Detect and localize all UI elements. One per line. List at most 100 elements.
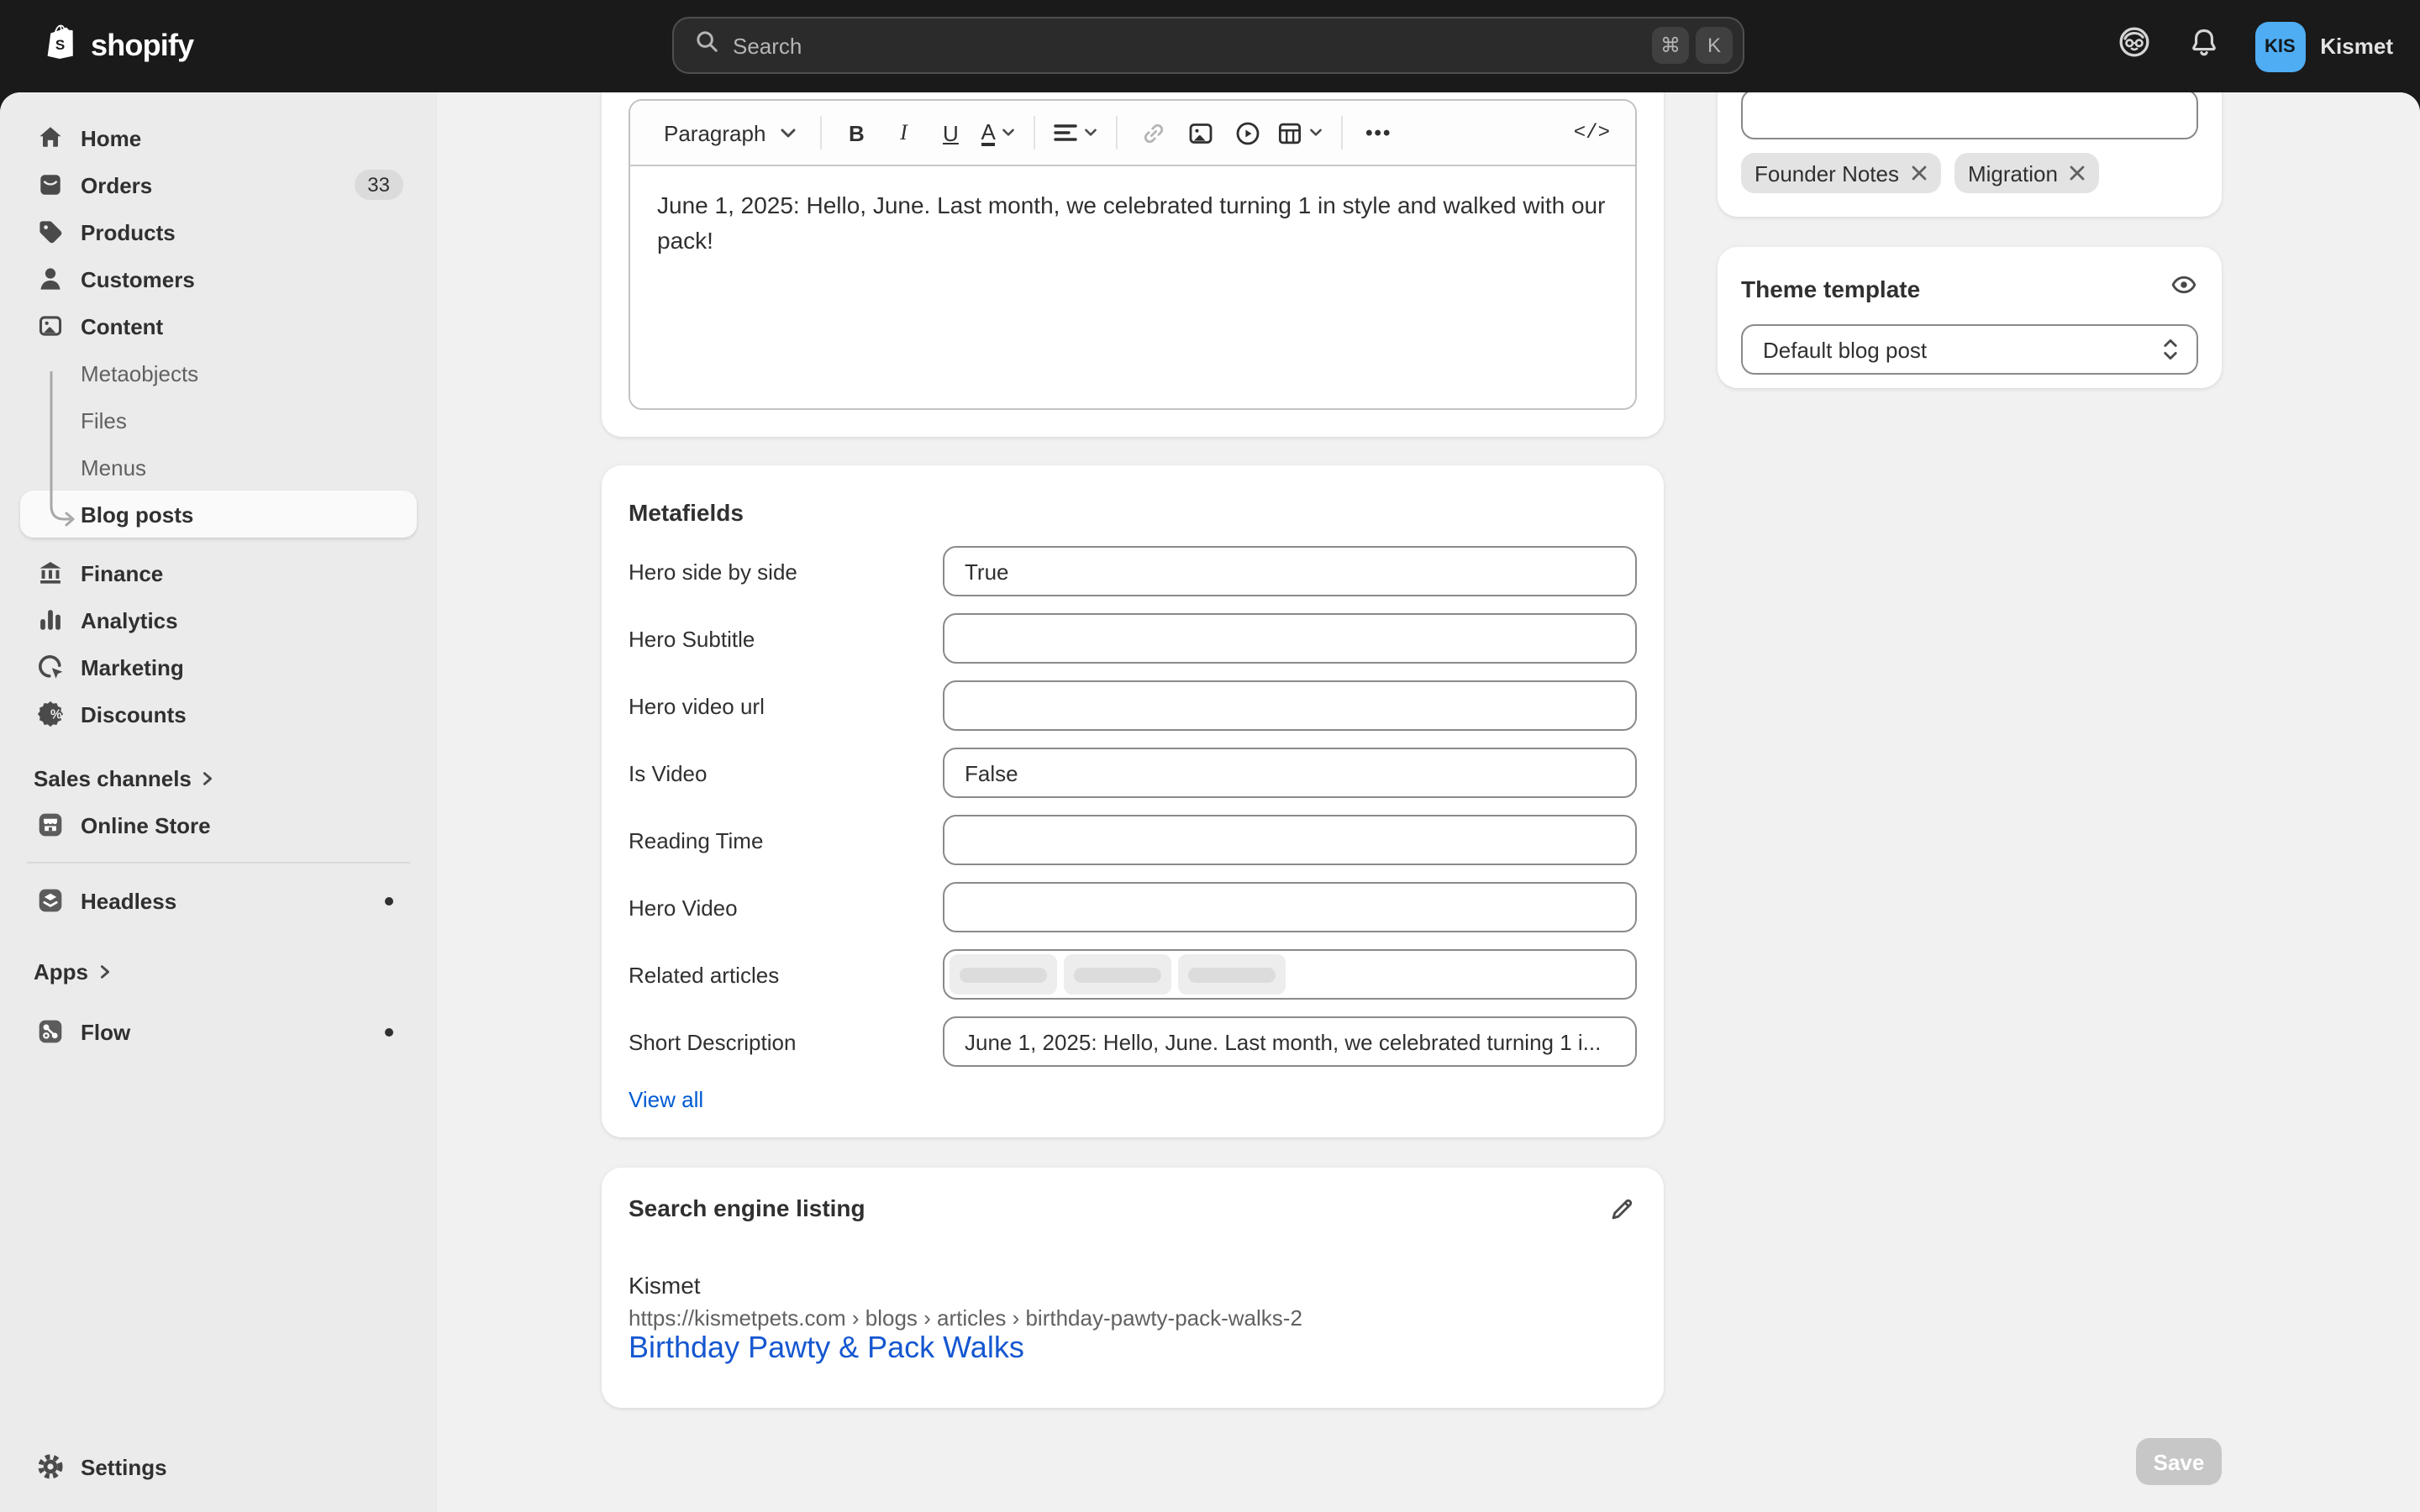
insert-link-button[interactable]	[1132, 111, 1176, 155]
marketing-target-icon	[34, 650, 67, 684]
italic-button[interactable]: I	[881, 111, 925, 155]
view-all-link[interactable]: View all	[629, 1087, 703, 1112]
link-icon	[1141, 120, 1166, 145]
remove-tag-icon[interactable]	[1911, 165, 1928, 181]
insert-video-button[interactable]	[1226, 111, 1270, 155]
table-icon	[1278, 120, 1303, 145]
sidebar-item-products[interactable]: Products	[20, 208, 417, 255]
topbar-right: KIS Kismet	[2115, 0, 2393, 92]
svg-text:S: S	[55, 37, 65, 53]
online-store-icon	[34, 808, 67, 842]
sidebar-item-flow[interactable]: Flow	[20, 1008, 417, 1055]
tags-input[interactable]	[1741, 92, 2198, 139]
analytics-bars-icon	[34, 603, 67, 637]
more-tools-button[interactable]: •••	[1357, 111, 1401, 155]
seo-page-title-link[interactable]: Birthday Pawty & Pack Walks	[629, 1331, 1024, 1364]
seo-breadcrumb-url: https://kismetpets.com › blogs › article…	[629, 1305, 1637, 1331]
orders-icon	[34, 168, 67, 202]
sidebar-item-home[interactable]: Home	[20, 114, 417, 161]
sidebar-item-headless[interactable]: Headless	[20, 877, 417, 924]
topbar: S shopify Search ⌘ K KIS Kismet	[0, 0, 2420, 92]
products-tag-icon	[34, 215, 67, 249]
insert-image-button[interactable]	[1179, 111, 1223, 155]
metafield-row-reading-time: Reading Time	[629, 815, 1637, 865]
chevron-down-icon	[1002, 128, 1016, 138]
sidebar-item-analytics[interactable]: Analytics	[20, 596, 417, 643]
chevron-right-icon	[97, 963, 112, 979]
tag-pill-founder-notes: Founder Notes	[1741, 153, 1941, 193]
metafield-input-loading[interactable]	[943, 949, 1637, 1000]
editor-content-area[interactable]: June 1, 2025: Hello, June. Last month, w…	[630, 166, 1635, 410]
shopify-logo[interactable]: S shopify	[44, 0, 193, 92]
sidebar-item-orders[interactable]: Orders 33	[20, 161, 417, 208]
chevron-down-icon	[1310, 128, 1323, 138]
store-avatar: KIS	[2254, 21, 2305, 71]
align-left-icon	[1055, 123, 1078, 143]
metafield-label: Is Video	[629, 760, 943, 785]
content-blogposts-connector	[49, 371, 82, 556]
sidebar-item-finance[interactable]: Finance	[20, 549, 417, 596]
sidebar-item-settings[interactable]: Settings	[20, 1443, 417, 1490]
metafield-label: Reading Time	[629, 827, 943, 853]
loading-skeleton	[950, 954, 1057, 995]
editor-toolbar: Paragraph B I U A	[630, 101, 1635, 166]
rich-text-editor: Paragraph B I U A	[629, 99, 1637, 410]
paragraph-style-dropdown[interactable]: Paragraph	[654, 111, 806, 155]
insert-table-dropdown[interactable]	[1273, 111, 1328, 155]
sidebar-item-discounts[interactable]: % Discounts	[20, 690, 417, 738]
metafield-row-hero-video-url: Hero video url	[629, 680, 1637, 731]
text-color-button[interactable]: A	[976, 111, 1020, 155]
shopify-admin: S shopify Search ⌘ K KIS Kismet	[0, 0, 2420, 1512]
show-html-button[interactable]: </>	[1569, 111, 1615, 155]
metafield-row-hero-subtitle: Hero Subtitle	[629, 613, 1637, 664]
settings-gear-icon	[34, 1450, 67, 1483]
notifications-bell-icon[interactable]	[2186, 24, 2221, 68]
sales-channels-header[interactable]: Sales channels	[20, 754, 417, 801]
blog-content-card: Paragraph B I U A	[602, 92, 1664, 437]
metafield-input[interactable]	[943, 680, 1637, 731]
underline-button[interactable]: U	[929, 111, 972, 155]
sidebar-item-content[interactable]: Content	[20, 302, 417, 349]
metafield-input[interactable]: True	[943, 546, 1637, 596]
play-circle-icon	[1235, 120, 1260, 145]
metafield-label: Related articles	[629, 962, 943, 987]
metafield-input[interactable]	[943, 815, 1637, 865]
sidebar-nav: Home Orders 33 Products Customers Conten…	[0, 92, 437, 1512]
flow-status-dot	[385, 1027, 393, 1036]
loading-skeleton	[1178, 954, 1286, 995]
select-stepper-icon	[2161, 336, 2180, 363]
metafield-label: Hero Video	[629, 895, 943, 920]
edit-pencil-icon[interactable]	[1608, 1194, 1637, 1231]
headless-icon	[34, 884, 67, 917]
metafield-input[interactable]	[943, 882, 1637, 932]
metafield-input[interactable]: June 1, 2025: Hello, June. Last month, w…	[943, 1016, 1637, 1067]
toolbar-divider	[1117, 116, 1118, 150]
flow-app-icon	[34, 1015, 67, 1048]
sidebar-item-marketing[interactable]: Marketing	[20, 643, 417, 690]
view-eye-icon[interactable]	[2170, 270, 2198, 307]
theme-template-select[interactable]: Default blog post	[1741, 324, 2198, 375]
apps-header[interactable]: Apps	[20, 948, 417, 995]
bold-button[interactable]: B	[834, 111, 878, 155]
toolbar-divider	[1342, 116, 1344, 150]
save-button[interactable]: Save	[2136, 1438, 2222, 1485]
shopify-wordmark: shopify	[91, 29, 193, 64]
metafield-label: Hero Subtitle	[629, 626, 943, 651]
metafield-row-hero-side-by-side: Hero side by side True	[629, 546, 1637, 596]
metafield-input[interactable]	[943, 613, 1637, 664]
account-menu[interactable]: KIS Kismet	[2254, 21, 2393, 71]
metafields-rows: Hero side by side True Hero Subtitle Her…	[629, 546, 1637, 1067]
sidebar-item-customers[interactable]: Customers	[20, 255, 417, 302]
metafield-row-hero-video: Hero Video	[629, 882, 1637, 932]
sidebar-item-online-store[interactable]: Online Store	[20, 801, 417, 848]
sidekick-icon[interactable]	[2115, 24, 2152, 69]
remove-tag-icon[interactable]	[2070, 165, 2086, 181]
theme-template-card: Theme template Default blog post	[1718, 247, 2222, 388]
metafield-input[interactable]: False	[943, 748, 1637, 798]
search-placeholder: Search	[733, 33, 1645, 58]
search-engine-listing-card: Search engine listing Kismet https://kis…	[602, 1168, 1664, 1408]
metafield-label: Hero video url	[629, 693, 943, 718]
alignment-dropdown[interactable]	[1050, 111, 1103, 155]
global-search-input[interactable]: Search ⌘ K	[672, 17, 1744, 74]
metafields-title: Metafields	[629, 499, 1637, 526]
